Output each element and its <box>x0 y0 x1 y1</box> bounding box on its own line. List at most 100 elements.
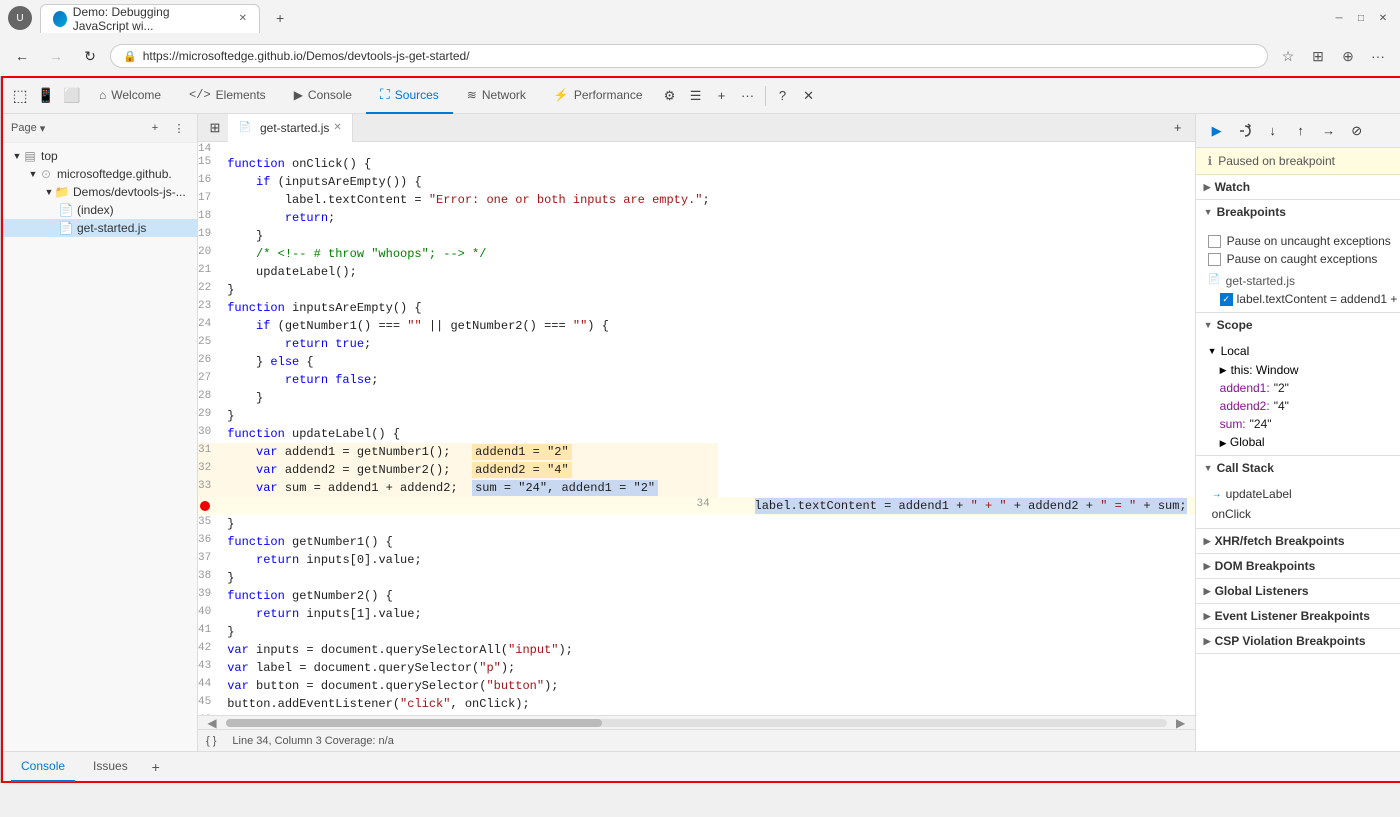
pause-caught-option[interactable]: Pause on caught exceptions <box>1208 250 1400 268</box>
bp-file-item[interactable]: 📄 get-started.js <box>1196 272 1400 290</box>
help-button[interactable]: ? <box>770 83 796 109</box>
scope-local-group[interactable]: ▼ Local <box>1196 341 1400 361</box>
tab-sources[interactable]: ⛶ Sources <box>366 78 453 114</box>
add-watch-button[interactable]: + <box>1165 115 1191 141</box>
tree-item-top[interactable]: ▼ ▤ top <box>3 147 197 165</box>
favorites-icon[interactable]: ☆ <box>1274 42 1302 70</box>
collections-icon[interactable]: ⊞ <box>1304 42 1332 70</box>
bottom-tab-issues[interactable]: Issues <box>83 752 138 782</box>
maximize-button[interactable]: □ <box>1352 9 1370 27</box>
browser-tab[interactable]: Demo: Debugging JavaScript wi... ✕ <box>40 4 260 33</box>
new-snippet-button[interactable]: + <box>145 118 165 138</box>
tree-host-label: microsoftedge.github. <box>57 167 172 181</box>
back-button[interactable]: ← <box>8 42 36 70</box>
minimize-button[interactable]: ─ <box>1330 9 1348 27</box>
call-stack-header[interactable]: ▼ Call Stack <box>1196 456 1400 480</box>
line-content-20: /* <!-- # throw "whoops"; --> */ <box>219 245 718 263</box>
tree-item-index[interactable]: 📄 (index) <box>3 201 197 219</box>
new-tab-button[interactable]: + <box>268 10 292 26</box>
close-button[interactable]: ✕ <box>1374 9 1392 27</box>
csp-breakpoints-header[interactable]: ▶ CSP Violation Breakpoints <box>1196 629 1400 653</box>
page-dropdown[interactable]: Page ▾ <box>11 122 45 135</box>
deactivate-breakpoints-button[interactable]: ⊘ <box>1344 118 1370 144</box>
inspect-element-button[interactable]: ⬚ <box>7 83 33 109</box>
line-content-30: function updateLabel() { <box>219 425 718 443</box>
step-over-button[interactable] <box>1232 118 1258 144</box>
format-button[interactable]: { } <box>206 735 216 747</box>
scope-global-item[interactable]: ▶ Global Window <box>1196 433 1400 451</box>
tab-network[interactable]: ≋ Network <box>453 78 540 114</box>
call-stack-label: Call Stack <box>1217 461 1274 475</box>
global-listeners-header[interactable]: ▶ Global Listeners <box>1196 579 1400 603</box>
dom-arrow-icon: ▶ <box>1204 561 1211 572</box>
bp-checkbox-checked[interactable]: ✓ <box>1220 293 1233 306</box>
tree-item-host[interactable]: ▼ ⊙ microsoftedge.github. <box>3 165 197 183</box>
line-num-46: 46 <box>198 713 219 715</box>
code-line-24: 24 if (getNumber1() === "" || getNumber2… <box>198 317 1195 335</box>
forward-button[interactable]: → <box>42 42 70 70</box>
xhr-breakpoints-header[interactable]: ▶ XHR/fetch Breakpoints <box>1196 529 1400 553</box>
profile-icon[interactable]: ··· <box>1364 42 1392 70</box>
hscrollbar-thumb[interactable] <box>226 719 602 727</box>
editor-tab-script[interactable]: 📄 get-started.js ✕ <box>228 114 353 142</box>
scroll-right-button[interactable]: ▶ <box>1171 716 1191 730</box>
step-into-button[interactable]: ↓ <box>1260 118 1286 144</box>
line-content-16: if (inputsAreEmpty()) { <box>219 173 718 191</box>
bottom-tab-console[interactable]: Console <box>11 752 75 782</box>
code-line-19: 19 } <box>198 227 1195 245</box>
dom-breakpoints-header[interactable]: ▶ DOM Breakpoints <box>1196 554 1400 578</box>
scope-arrow-icon: ▼ <box>1204 320 1213 330</box>
line-content-25: return true; <box>219 335 718 353</box>
breakpoints-section-header[interactable]: ▼ Breakpoints <box>1196 200 1400 224</box>
extensions-icon[interactable]: ⊕ <box>1334 42 1362 70</box>
refresh-button[interactable]: ↻ <box>76 42 104 70</box>
resume-button[interactable]: ▶ <box>1204 118 1230 144</box>
tab-close-button[interactable]: ✕ <box>239 13 247 24</box>
page-dropdown-arrow: ▾ <box>40 122 46 135</box>
scope-this-item[interactable]: ▶ this: Window <box>1196 361 1400 379</box>
tab-performance[interactable]: ⚡ Performance <box>540 78 657 114</box>
scope-section-header[interactable]: ▼ Scope <box>1196 313 1400 337</box>
toggle-sidebar-button[interactable]: ⬜ <box>59 83 85 109</box>
pause-uncaught-checkbox[interactable] <box>1208 235 1221 248</box>
line-content-46 <box>219 713 718 715</box>
call-stack-update-label[interactable]: → updateLabel get-started.js:34 <box>1196 484 1400 504</box>
code-editor: ⊞ 📄 get-started.js ✕ + 14 <box>198 114 1195 751</box>
pause-uncaught-option[interactable]: Pause on uncaught exceptions <box>1208 232 1400 250</box>
watch-section-header[interactable]: ▶ Watch <box>1196 175 1400 199</box>
tab-console[interactable]: ▶ Console <box>280 78 366 114</box>
device-toolbar-button[interactable]: 📱 <box>33 83 59 109</box>
hscrollbar-track[interactable] <box>226 719 1167 727</box>
code-line-25: 25 return true; <box>198 335 1195 353</box>
bp-entry-item[interactable]: ✓ label.textContent = addend1 + "… 34 <box>1196 290 1400 308</box>
tree-folder-label: Demos/devtools-js-... <box>73 185 186 199</box>
event-listener-bp-header[interactable]: ▶ Event Listener Breakpoints <box>1196 604 1400 628</box>
line-num-30: 30 <box>198 425 219 443</box>
step-out-button[interactable]: ↑ <box>1288 118 1314 144</box>
close-devtools-button[interactable]: ✕ <box>796 83 822 109</box>
sidebar-more-button[interactable]: ⋮ <box>169 118 189 138</box>
split-editor-button[interactable]: ⊞ <box>202 115 228 141</box>
tree-item-folder[interactable]: ▼ 📁 Demos/devtools-js-... <box>3 183 197 201</box>
layers-button[interactable]: ☰ <box>683 83 709 109</box>
line-num-41: 41 <box>198 623 219 641</box>
add-tab-button[interactable]: + <box>709 83 735 109</box>
editor-tab-close[interactable]: ✕ <box>333 122 341 133</box>
pause-caught-checkbox[interactable] <box>1208 253 1221 266</box>
settings-button[interactable]: ⚙ <box>657 83 683 109</box>
tree-index-label: (index) <box>77 203 114 217</box>
step-button[interactable]: → <box>1316 118 1342 144</box>
scroll-left-button[interactable]: ◀ <box>202 716 222 730</box>
tab-welcome[interactable]: ⌂ Welcome <box>85 78 175 114</box>
event-listener-bp-label: Event Listener Breakpoints <box>1215 609 1370 623</box>
editor-hscroll[interactable]: ◀ ▶ <box>198 715 1195 729</box>
tree-item-script[interactable]: 📄 get-started.js <box>3 219 197 237</box>
tab-elements[interactable]: </> Elements <box>175 78 280 114</box>
call-stack-onclick[interactable]: onClick get-started.js:21 <box>1196 504 1400 524</box>
event-listener-bp-section: ▶ Event Listener Breakpoints <box>1196 604 1400 629</box>
more-tabs-button[interactable]: ··· <box>735 83 761 109</box>
add-bottom-tab-button[interactable]: + <box>146 757 166 777</box>
editor-content[interactable]: 14 15 function onClick() { 16 if (inputs… <box>198 142 1195 715</box>
code-line-42: 42 var inputs = document.querySelectorAl… <box>198 641 1195 659</box>
url-bar[interactable]: 🔒 https://microsoftedge.github.io/Demos/… <box>110 44 1268 68</box>
